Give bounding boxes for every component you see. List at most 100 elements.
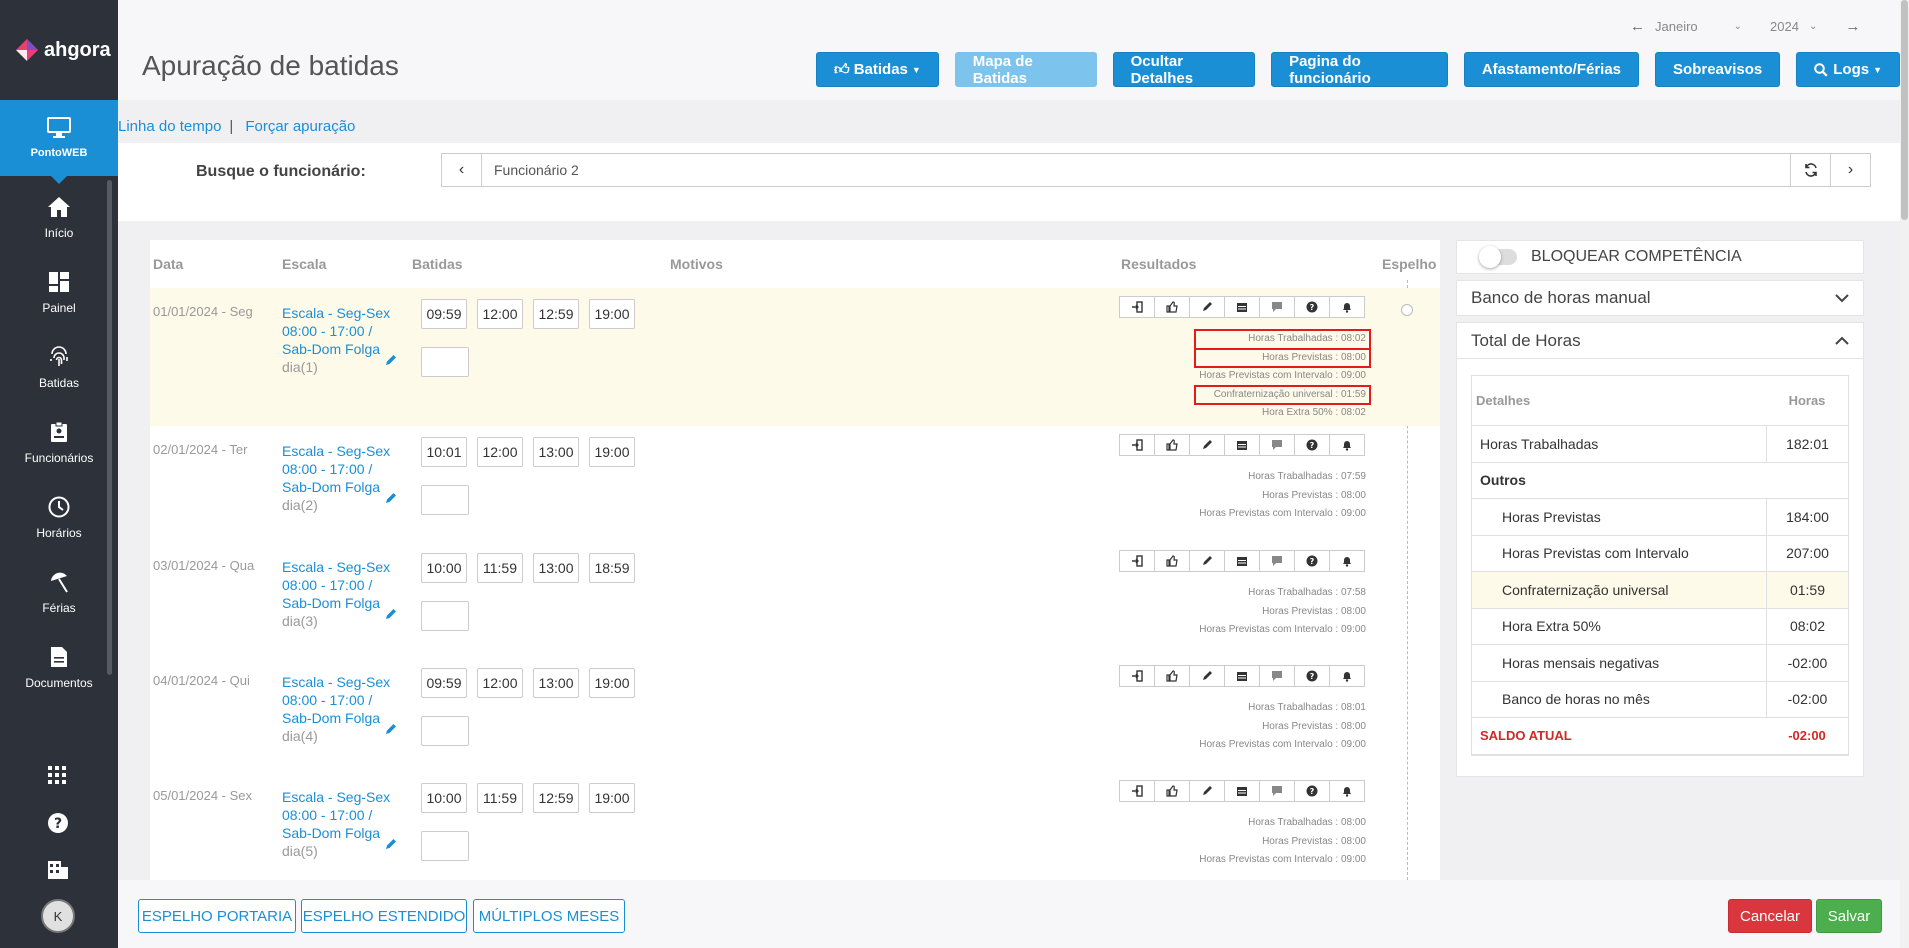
total-horas-accordion[interactable]: Total de Horas <box>1457 323 1863 359</box>
next-employee-button[interactable]: › <box>1830 154 1870 186</box>
punch-time-input[interactable]: 19:00 <box>589 299 635 329</box>
bell-button[interactable] <box>1329 780 1365 802</box>
pencil-button[interactable] <box>1189 550 1225 572</box>
new-punch-input[interactable] <box>421 485 469 515</box>
thumbs-up-button[interactable] <box>1154 550 1190 572</box>
avatar[interactable]: K <box>41 899 75 933</box>
bell-button[interactable] <box>1329 665 1365 687</box>
punch-time-input[interactable]: 12:59 <box>533 299 579 329</box>
escala-link[interactable]: Escala - Seg-Sex 08:00 - 17:00 / Sab-Dom… <box>282 443 390 495</box>
comment-button[interactable] <box>1259 780 1295 802</box>
sidebar-scrollbar[interactable] <box>107 180 112 675</box>
punch-time-input[interactable]: 18:59 <box>589 553 635 583</box>
punch-time-input[interactable]: 10:00 <box>421 783 467 813</box>
question-button[interactable]: ? <box>1294 434 1330 456</box>
punch-time-input[interactable]: 11:59 <box>477 553 523 583</box>
comment-button[interactable] <box>1259 665 1295 687</box>
sidebar-item-painel[interactable]: Painel <box>0 255 118 330</box>
calendar-button[interactable] <box>1224 665 1260 687</box>
thumbs-up-button[interactable] <box>1154 434 1190 456</box>
door-enter-button[interactable] <box>1119 550 1155 572</box>
sidebar-item-inicio[interactable]: Início <box>0 180 118 255</box>
question-button[interactable]: ? <box>1294 665 1330 687</box>
comment-button[interactable] <box>1259 550 1295 572</box>
logs-dropdown-button[interactable]: Logs ▼ <box>1796 52 1901 87</box>
page-scrollbar-thumb[interactable] <box>1901 0 1908 220</box>
calendar-button[interactable] <box>1224 550 1260 572</box>
linha-do-tempo-link[interactable]: Linha do tempo <box>118 118 221 135</box>
punch-time-input[interactable]: 19:00 <box>589 783 635 813</box>
new-punch-input[interactable] <box>421 831 469 861</box>
thumbs-up-button[interactable] <box>1154 665 1190 687</box>
escala-link[interactable]: Escala - Seg-Sex 08:00 - 17:00 / Sab-Dom… <box>282 559 390 611</box>
sobreavisos-button[interactable]: Sobreavisos <box>1655 52 1781 87</box>
edit-escala-icon[interactable] <box>385 354 397 366</box>
punch-time-input[interactable]: 09:59 <box>421 299 467 329</box>
door-enter-button[interactable] <box>1119 665 1155 687</box>
arrow-right-icon[interactable]: → <box>1845 18 1860 35</box>
banco-horas-accordion[interactable]: Banco de horas manual <box>1456 280 1864 316</box>
month-select[interactable]: Janeiro ⌄ <box>1655 19 1742 34</box>
pencil-button[interactable] <box>1189 780 1225 802</box>
espelho-estendido-button[interactable]: ESPELHO ESTENDIDO <box>301 899 467 933</box>
thumbs-up-button[interactable] <box>1154 780 1190 802</box>
calendar-button[interactable] <box>1224 780 1260 802</box>
salvar-button[interactable]: Salvar <box>1816 899 1882 933</box>
punch-time-input[interactable]: 19:00 <box>589 668 635 698</box>
comment-button[interactable] <box>1259 296 1295 318</box>
app-logo[interactable]: ahgora <box>0 0 118 100</box>
ocultar-detalhes-button[interactable]: Ocultar Detalhes <box>1112 52 1256 87</box>
refresh-button[interactable] <box>1790 154 1830 186</box>
punch-time-input[interactable]: 19:00 <box>589 437 635 467</box>
edit-escala-icon[interactable] <box>385 723 397 735</box>
question-button[interactable]: ? <box>1294 780 1330 802</box>
edit-escala-icon[interactable] <box>385 608 397 620</box>
building-icon[interactable] <box>47 860 69 880</box>
multiplos-meses-button[interactable]: MÚLTIPLOS MESES <box>473 899 625 933</box>
door-enter-button[interactable] <box>1119 296 1155 318</box>
sidebar-item-pontoweb[interactable]: PontoWEB <box>0 100 118 184</box>
new-punch-input[interactable] <box>421 347 469 377</box>
door-enter-button[interactable] <box>1119 434 1155 456</box>
bell-button[interactable] <box>1329 296 1365 318</box>
edit-escala-icon[interactable] <box>385 492 397 504</box>
arrow-left-icon[interactable]: ← <box>1630 18 1645 35</box>
question-button[interactable]: ? <box>1294 550 1330 572</box>
bell-button[interactable] <box>1329 434 1365 456</box>
employee-search-input[interactable] <box>482 154 1790 186</box>
pencil-button[interactable] <box>1189 296 1225 318</box>
punch-time-input[interactable]: 12:59 <box>533 783 579 813</box>
previous-employee-button[interactable]: ‹ <box>442 154 482 186</box>
thumbs-up-button[interactable] <box>1154 296 1190 318</box>
new-punch-input[interactable] <box>421 601 469 631</box>
door-enter-button[interactable] <box>1119 780 1155 802</box>
punch-time-input[interactable]: 10:01 <box>421 437 467 467</box>
pencil-button[interactable] <box>1189 434 1225 456</box>
bell-button[interactable] <box>1329 550 1365 572</box>
comment-button[interactable] <box>1259 434 1295 456</box>
edit-escala-icon[interactable] <box>385 838 397 850</box>
sidebar-item-ferias[interactable]: Férias <box>0 555 118 630</box>
mapa-de-batidas-button[interactable]: Mapa de Batidas <box>954 52 1097 87</box>
afastamento-ferias-button[interactable]: Afastamento/Férias <box>1463 52 1640 87</box>
bloquear-toggle[interactable] <box>1479 246 1517 268</box>
year-select[interactable]: 2024 ⌄ <box>1770 19 1817 34</box>
apps-grid-icon[interactable] <box>47 765 67 785</box>
sidebar-item-documentos[interactable]: Documentos <box>0 630 118 705</box>
escala-link[interactable]: Escala - Seg-Sex 08:00 - 17:00 / Sab-Dom… <box>282 305 390 357</box>
punch-time-input[interactable]: 10:00 <box>421 553 467 583</box>
punch-time-input[interactable]: 09:59 <box>421 668 467 698</box>
punch-time-input[interactable]: 13:00 <box>533 553 579 583</box>
punch-time-input[interactable]: 12:00 <box>477 668 523 698</box>
espelho-portaria-button[interactable]: ESPELHO PORTARIA <box>138 899 296 933</box>
punch-time-input[interactable]: 11:59 <box>477 783 523 813</box>
batidas-dropdown-button[interactable]: 👍︎ Batidas ▼ <box>816 52 939 87</box>
sidebar-item-horarios[interactable]: Horários <box>0 480 118 555</box>
calendar-button[interactable] <box>1224 296 1260 318</box>
escala-link[interactable]: Escala - Seg-Sex 08:00 - 17:00 / Sab-Dom… <box>282 674 390 726</box>
calendar-button[interactable] <box>1224 434 1260 456</box>
help-icon[interactable]: ? <box>47 812 69 834</box>
punch-time-input[interactable]: 12:00 <box>477 437 523 467</box>
punch-time-input[interactable]: 13:00 <box>533 437 579 467</box>
sidebar-item-funcionarios[interactable]: Funcionários <box>0 405 118 480</box>
